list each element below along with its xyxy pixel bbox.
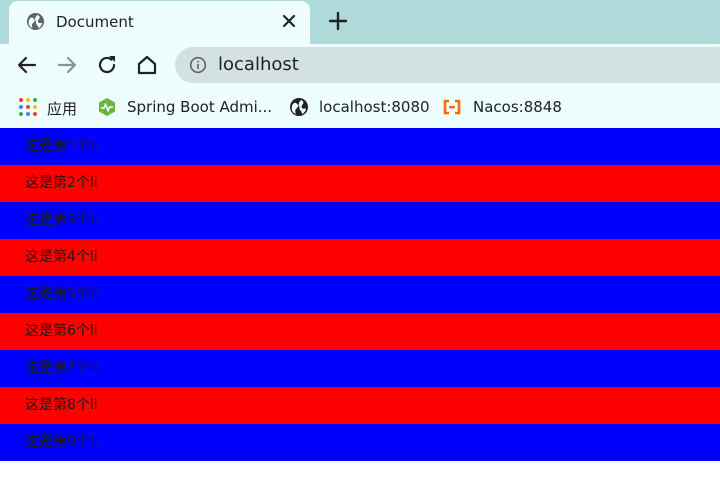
list-item: 这是第7个li [0, 350, 720, 387]
bookmark-spring-boot-admin[interactable]: Spring Boot Admi... [97, 96, 277, 118]
list-item: 这是第8个li [0, 387, 720, 424]
globe-icon [290, 98, 308, 116]
list-item: 这是第3个li [0, 202, 720, 239]
reload-icon[interactable] [95, 53, 119, 77]
bookmark-apps[interactable]: 应用 [18, 96, 83, 118]
nacos-icon [443, 99, 461, 115]
bookmark-label: Spring Boot Admi... [127, 98, 273, 116]
bookmark-localhost-8080[interactable]: localhost:8080 [289, 96, 430, 118]
list-item: 这是第1个li [0, 128, 720, 165]
page-content: 这是第1个li 这是第2个li 这是第3个li 这是第4个li 这是第5个li … [0, 128, 720, 488]
plus-icon[interactable] [327, 10, 349, 32]
tab-title: Document [56, 13, 134, 31]
home-icon[interactable] [135, 53, 159, 77]
back-arrow-icon[interactable] [15, 53, 39, 77]
item-list: 这是第1个li 这是第2个li 这是第3个li 这是第4个li 这是第5个li … [0, 128, 720, 461]
list-item: 这是第2个li [0, 165, 720, 202]
list-item: 这是第4个li [0, 239, 720, 276]
apps-grid-icon [19, 98, 37, 116]
list-item: 这是第9个li [0, 424, 720, 461]
spring-boot-admin-icon [99, 98, 115, 116]
bookmark-nacos-8848[interactable]: Nacos:8848 [442, 96, 562, 118]
url-text[interactable]: localhost [218, 54, 299, 75]
bookmark-label: localhost:8080 [319, 98, 430, 116]
bookmark-label: 应用 [47, 100, 78, 118]
browser-toolbar: localhost [0, 44, 720, 86]
close-icon[interactable] [280, 12, 298, 30]
list-item: 这是第5个li [0, 276, 720, 313]
list-item: 这是第6个li [0, 313, 720, 350]
tab-strip: Document [0, 0, 720, 44]
info-icon[interactable] [189, 56, 207, 74]
globe-icon [26, 12, 45, 31]
bookmarks-bar: 应用 Spring Boot Admi... localhost:8080 Na… [0, 86, 720, 128]
address-bar[interactable]: localhost [175, 47, 720, 83]
tab-document[interactable]: Document [9, 1, 310, 44]
forward-arrow-icon[interactable] [55, 53, 79, 77]
bookmark-label: Nacos:8848 [473, 98, 562, 116]
